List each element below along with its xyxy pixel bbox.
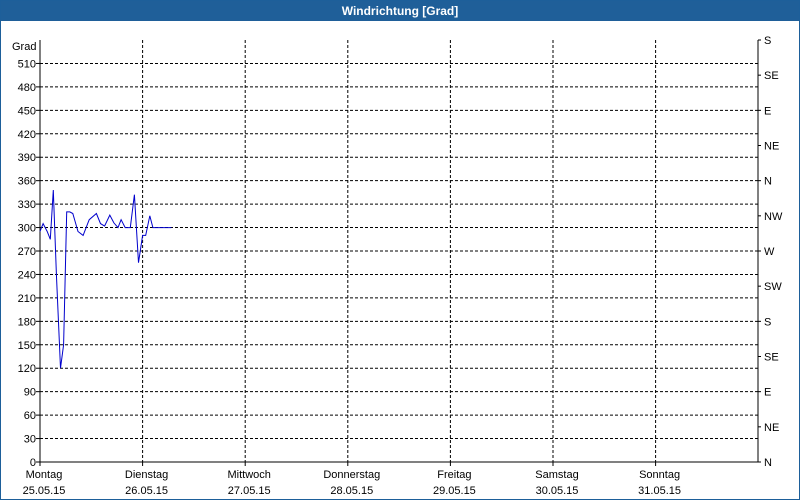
right-axis-label: SW	[764, 281, 782, 293]
right-axis-label: E	[764, 105, 771, 117]
series-line	[39, 189, 172, 369]
y-tick-label: 420	[18, 129, 36, 141]
x-tick-date-label: 26.05.15	[125, 485, 168, 497]
x-tick-day-label: Mittwoch	[227, 469, 270, 481]
x-tick-date-label: 30.05.15	[536, 485, 579, 497]
y-tick-label: 240	[18, 269, 36, 281]
x-tick-day-label: Dienstag	[125, 469, 168, 481]
right-axis-label: N	[764, 176, 772, 188]
y-tick-label: 510	[18, 58, 36, 70]
x-tick-day-label: Samstag	[535, 469, 578, 481]
y-tick-label: 150	[18, 340, 36, 352]
y-tick-label: 60	[24, 410, 36, 422]
right-axis-label: SE	[764, 70, 779, 82]
y-tick-label: 390	[18, 152, 36, 164]
y-tick-label: 90	[24, 387, 36, 399]
right-axis-label: NE	[764, 141, 779, 153]
y-axis-label: Grad	[12, 41, 36, 53]
x-tick-date-label: 27.05.15	[228, 485, 271, 497]
y-tick-label: 450	[18, 105, 36, 117]
wind-direction-chart: 0 30 60 90 120 150 180 210 240 270 300 330 360 390 420…	[12, 35, 783, 497]
y-tick-label: 300	[18, 223, 36, 235]
x-tick-day-label: Donnerstag	[323, 469, 380, 481]
x-tick-date-label: 28.05.15	[330, 485, 373, 497]
y-tick-label: 210	[18, 293, 36, 305]
grid-lines	[40, 40, 758, 462]
right-axis-label: W	[764, 246, 775, 258]
series-layer	[39, 189, 172, 369]
tick-labels: 0 30 60 90 120 150 180 210 240 270 300 330 360 390 420…	[12, 35, 783, 497]
y-tick-label: 0	[30, 457, 36, 469]
x-tick-day-label: Sonntag	[639, 469, 680, 481]
y-tick-label: 30	[24, 434, 36, 446]
right-axis-label: NW	[764, 211, 783, 223]
right-axis-label: NE	[764, 422, 779, 434]
y-tick-label: 360	[18, 176, 36, 188]
y-tick-label: 330	[18, 199, 36, 211]
right-axis-label: SE	[764, 352, 779, 364]
y-tick-label: 180	[18, 316, 36, 328]
right-axis-label: S	[764, 35, 771, 47]
right-axis-label: S	[764, 316, 771, 328]
x-tick-day-label: Montag	[26, 469, 63, 481]
x-tick-date-label: 25.05.15	[23, 485, 66, 497]
y-tick-label: 480	[18, 82, 36, 94]
y-tick-label: 270	[18, 246, 36, 258]
y-tick-label: 120	[18, 363, 36, 375]
x-tick-date-label: 31.05.15	[638, 485, 681, 497]
x-tick-day-label: Freitag	[437, 469, 471, 481]
axes	[36, 39, 761, 466]
x-tick-date-label: 29.05.15	[433, 485, 476, 497]
right-axis-label: E	[764, 387, 771, 399]
right-axis-label: N	[764, 457, 772, 469]
